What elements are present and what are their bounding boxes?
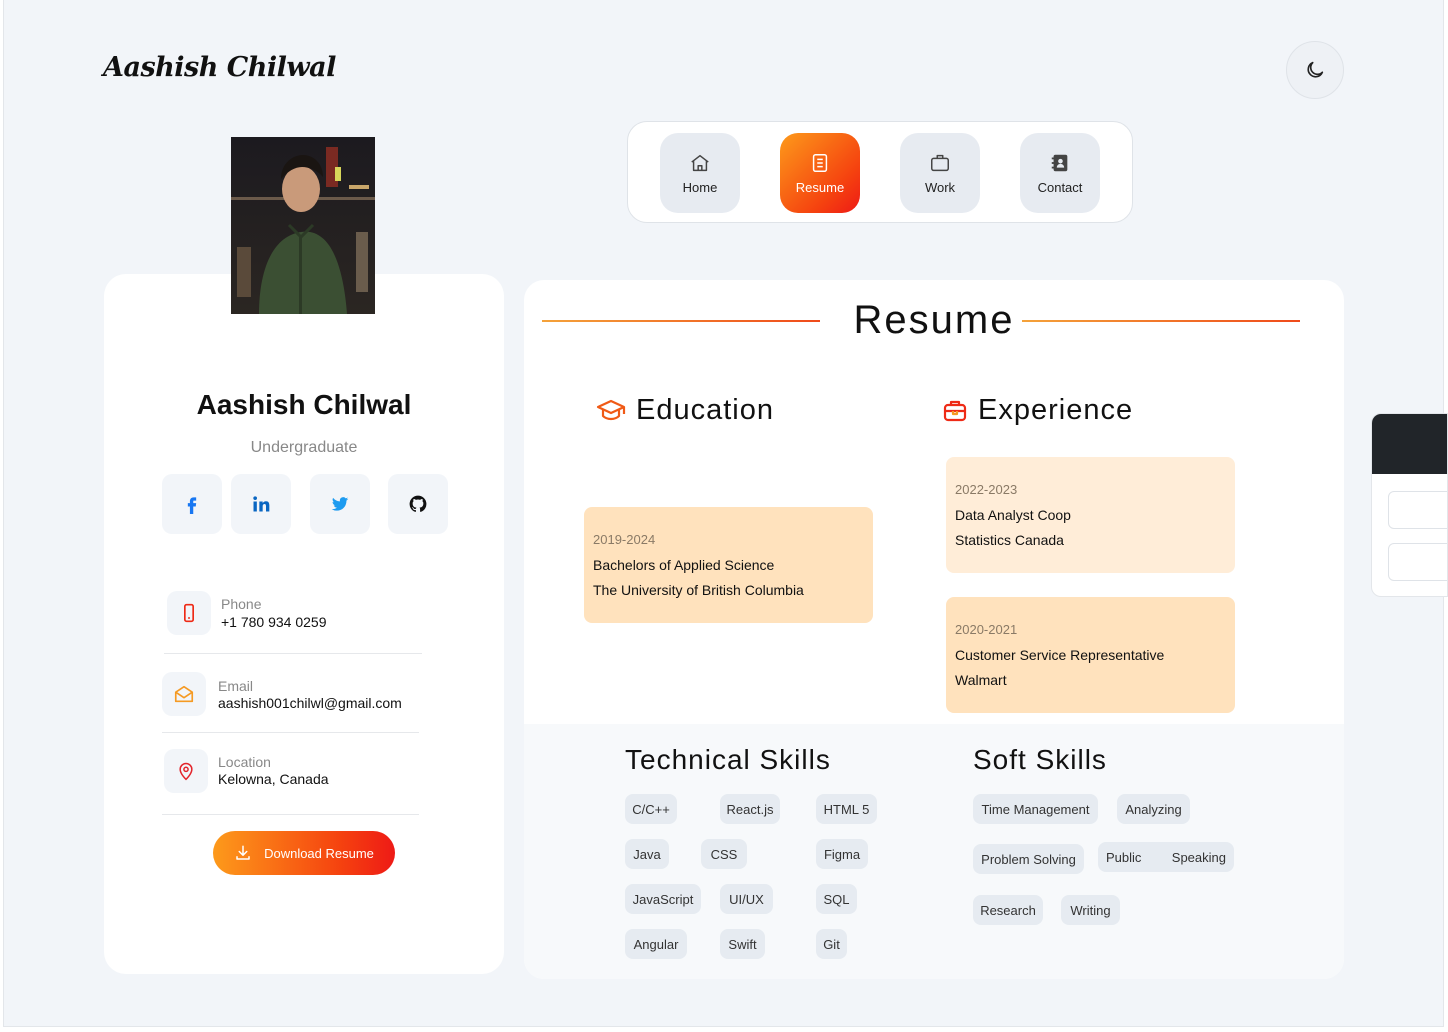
theme-toggle-button[interactable] [1286,41,1344,99]
map-pin-icon [179,762,193,781]
contact-book-icon [1051,154,1068,171]
email-label: Email [218,678,254,694]
download-icon [236,845,250,860]
document-icon [812,153,828,172]
linkedin-icon [253,496,270,512]
twitter-icon [331,497,349,511]
location-info: Location Kelowna, Canada [162,749,422,799]
graduation-cap-icon [596,399,626,420]
profile-name: Aashish Chilwal [196,389,412,420]
github-link[interactable] [388,474,448,534]
phone-icon-box [167,591,211,635]
education-heading: Education [596,394,774,427]
skill-tag: Research [973,895,1043,925]
skill-tag: Java [625,839,669,869]
education-place: The University of British Columbia [593,582,804,598]
title-line-right [1022,320,1300,322]
experience-title: Data Analyst Coop [955,507,1071,523]
divider [162,732,419,733]
side-panel-header [1372,414,1447,474]
location-label: Location [218,754,271,770]
nav-home-label: Home [682,179,718,195]
education-date: 2019-2024 [593,532,656,547]
profile-role: Undergraduate [250,439,358,456]
profile-photo [231,137,375,314]
home-icon [691,154,709,171]
technical-skills-heading: Technical Skills [625,744,831,775]
skill-tag: UI/UX [720,884,773,914]
linkedin-link[interactable] [231,474,291,534]
location-icon-box [164,749,208,793]
skill-tag: Time Management [973,794,1098,824]
moon-icon [1307,61,1324,78]
experience-place: Statistics Canada [955,532,1064,548]
envelope-open-icon [174,685,194,703]
experience-heading-text: Experience [978,394,1134,426]
location-value: Kelowna, Canada [218,771,329,787]
experience-date: 2020-2021 [955,622,1018,637]
phone-value[interactable]: +1 780 934 0259 [221,614,327,630]
skill-tag: Speaking [1171,849,1226,865]
nav-contact-label: Contact [1037,179,1083,195]
soft-skills-heading: Soft Skills [973,744,1107,775]
skill-tag: Angular [625,929,687,959]
floating-side-panel[interactable] [1371,413,1448,597]
side-panel-field[interactable] [1388,543,1447,581]
nav-resume-label: Resume [795,179,845,195]
skill-tag: SQL [816,884,857,914]
main-nav: Home Resume Work Contact [627,121,1133,223]
divider [162,814,419,815]
site-logo[interactable]: Aashish Chilwal [103,52,336,83]
nav-work[interactable]: Work [900,133,980,213]
skill-tag: JavaScript [625,884,701,914]
download-resume-label: Download Resume [264,845,374,861]
email-icon-box [162,672,206,716]
experience-title: Customer Service Representative [955,647,1165,663]
twitter-link[interactable] [310,474,370,534]
education-title: Bachelors of Applied Science [593,557,775,573]
skill-tag: Analyzing [1117,794,1190,824]
experience-card: 2022-2023 Data Analyst Coop Statistics C… [946,457,1235,573]
divider [164,653,422,654]
phone-label: Phone [221,596,262,612]
download-resume-button[interactable]: Download Resume [213,831,395,875]
skill-tag: C/C++ [625,794,677,824]
skill-tag: Public [1106,849,1142,865]
phone-icon [184,603,194,623]
skill-tag: Figma [816,839,868,869]
education-heading-text: Education [636,394,774,426]
nav-contact[interactable]: Contact [1020,133,1100,213]
experience-date: 2022-2023 [955,482,1018,497]
skill-tag-group: Public Speaking [1098,842,1234,872]
nav-resume[interactable]: Resume [780,133,860,213]
experience-heading: Experience [942,394,1133,427]
briefcase-icon [931,154,949,171]
facebook-link[interactable] [162,474,222,534]
skill-tag: Swift [720,929,765,959]
nav-home[interactable]: Home [660,133,740,213]
side-panel-field[interactable] [1388,491,1447,529]
briefcase-icon [943,400,967,421]
resume-card: Resume Education Experience 2019-2024 Ba… [524,280,1344,979]
phone-info: Phone +1 780 934 0259 [162,589,422,639]
experience-place: Walmart [955,672,1007,688]
skill-tag: Writing [1061,895,1120,925]
nav-work-label: Work [924,179,956,195]
email-info: Email aashish001chilwl@gmail.com [162,672,422,722]
experience-card: 2020-2021 Customer Service Representativ… [946,597,1235,713]
skill-tag: Problem Solving [973,844,1084,874]
skill-tag: Git [816,929,847,959]
skill-tag: React.js [720,794,780,824]
skill-tag: HTML 5 [816,794,877,824]
github-icon [409,495,427,512]
facebook-icon [187,497,197,514]
education-card: 2019-2024 Bachelors of Applied Science T… [584,507,873,623]
skill-tag: CSS [701,839,747,869]
email-value[interactable]: aashish001chilwl@gmail.com [218,695,402,711]
